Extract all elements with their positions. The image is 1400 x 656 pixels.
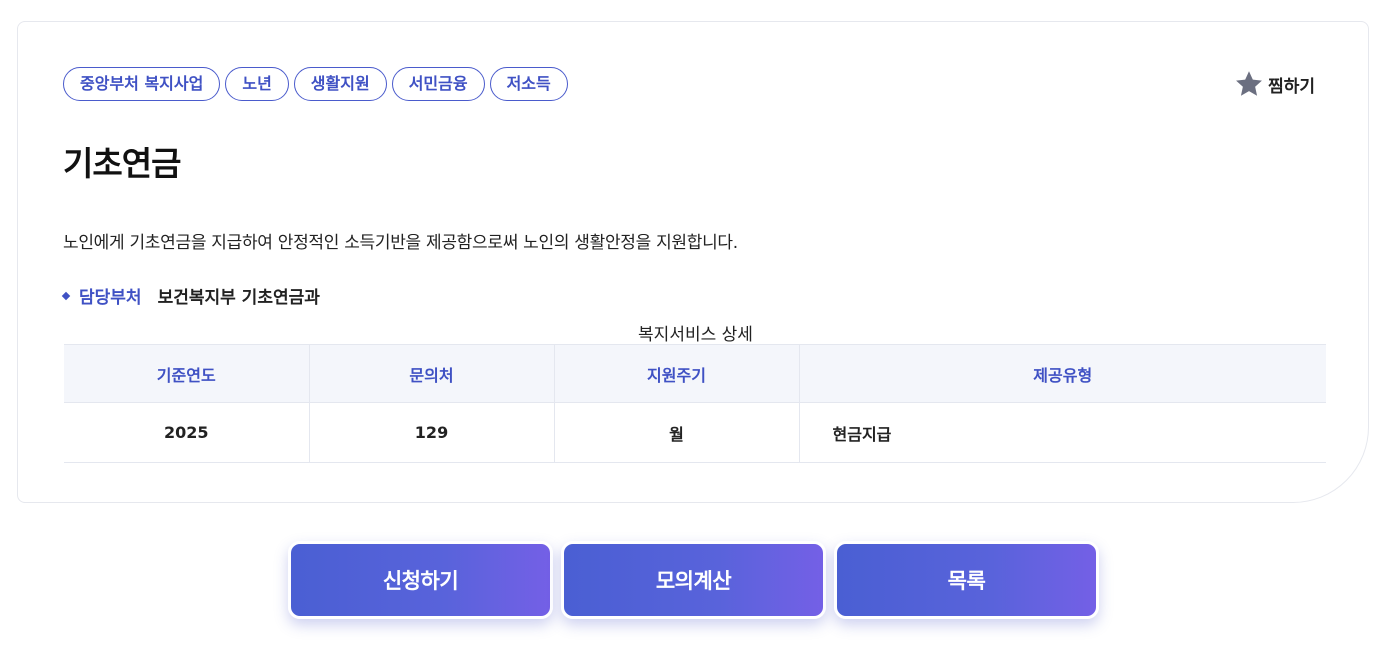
tag-living-support[interactable]: 생활지원 — [293, 67, 387, 101]
header-support-cycle: 지원주기 — [554, 344, 800, 403]
apply-button[interactable]: 신청하기 — [288, 541, 553, 619]
star-icon — [1234, 69, 1264, 99]
tag-finance[interactable]: 서민금융 — [391, 67, 485, 101]
header-contact: 문의처 — [309, 344, 555, 403]
department-info: 담당부처 보건복지부 기초연금과 — [61, 283, 320, 308]
department-value: 보건복지부 기초연금과 — [157, 288, 320, 308]
favorite-label: 찜하기 — [1268, 76, 1315, 97]
tag-list: 중앙부처 복지사업 노년 생활지원 서민금융 저소득 — [63, 67, 568, 101]
department-label: 담당부처 — [79, 288, 142, 308]
cell-base-year: 2025 — [64, 402, 310, 463]
header-provision-type: 제공유형 — [799, 344, 1326, 403]
header-base-year: 기준연도 — [64, 344, 310, 403]
simulate-button[interactable]: 모의계산 — [561, 541, 826, 619]
table-header-row: 기준연도 문의처 지원주기 제공유형 — [64, 344, 1326, 403]
action-bar: 신청하기 모의계산 목록 — [288, 541, 1099, 619]
tag-senior[interactable]: 노년 — [225, 67, 289, 101]
service-card: 중앙부처 복지사업 노년 생활지원 서민금융 저소득 찜하기 기초연금 노인에게… — [17, 21, 1369, 503]
cell-support-cycle: 월 — [554, 402, 800, 463]
favorite-button[interactable]: 찜하기 — [1234, 69, 1315, 99]
list-button[interactable]: 목록 — [834, 541, 1099, 619]
tag-low-income[interactable]: 저소득 — [489, 67, 568, 101]
tag-central-welfare[interactable]: 중앙부처 복지사업 — [63, 67, 221, 101]
cell-contact: 129 — [309, 402, 555, 463]
page-title: 기초연금 — [63, 144, 181, 183]
table-row: 2025 129 월 현금지급 — [64, 402, 1326, 463]
cell-provision-type: 현금지급 — [799, 402, 1326, 463]
service-description: 노인에게 기초연금을 지급하여 안정적인 소득기반을 제공함으로써 노인의 생활… — [63, 233, 738, 253]
table-caption: 복지서비스 상세 — [638, 325, 753, 345]
service-detail-table: 기준연도 문의처 지원주기 제공유형 2025 129 월 현금지급 — [64, 344, 1326, 463]
diamond-bullet-icon — [61, 291, 71, 300]
